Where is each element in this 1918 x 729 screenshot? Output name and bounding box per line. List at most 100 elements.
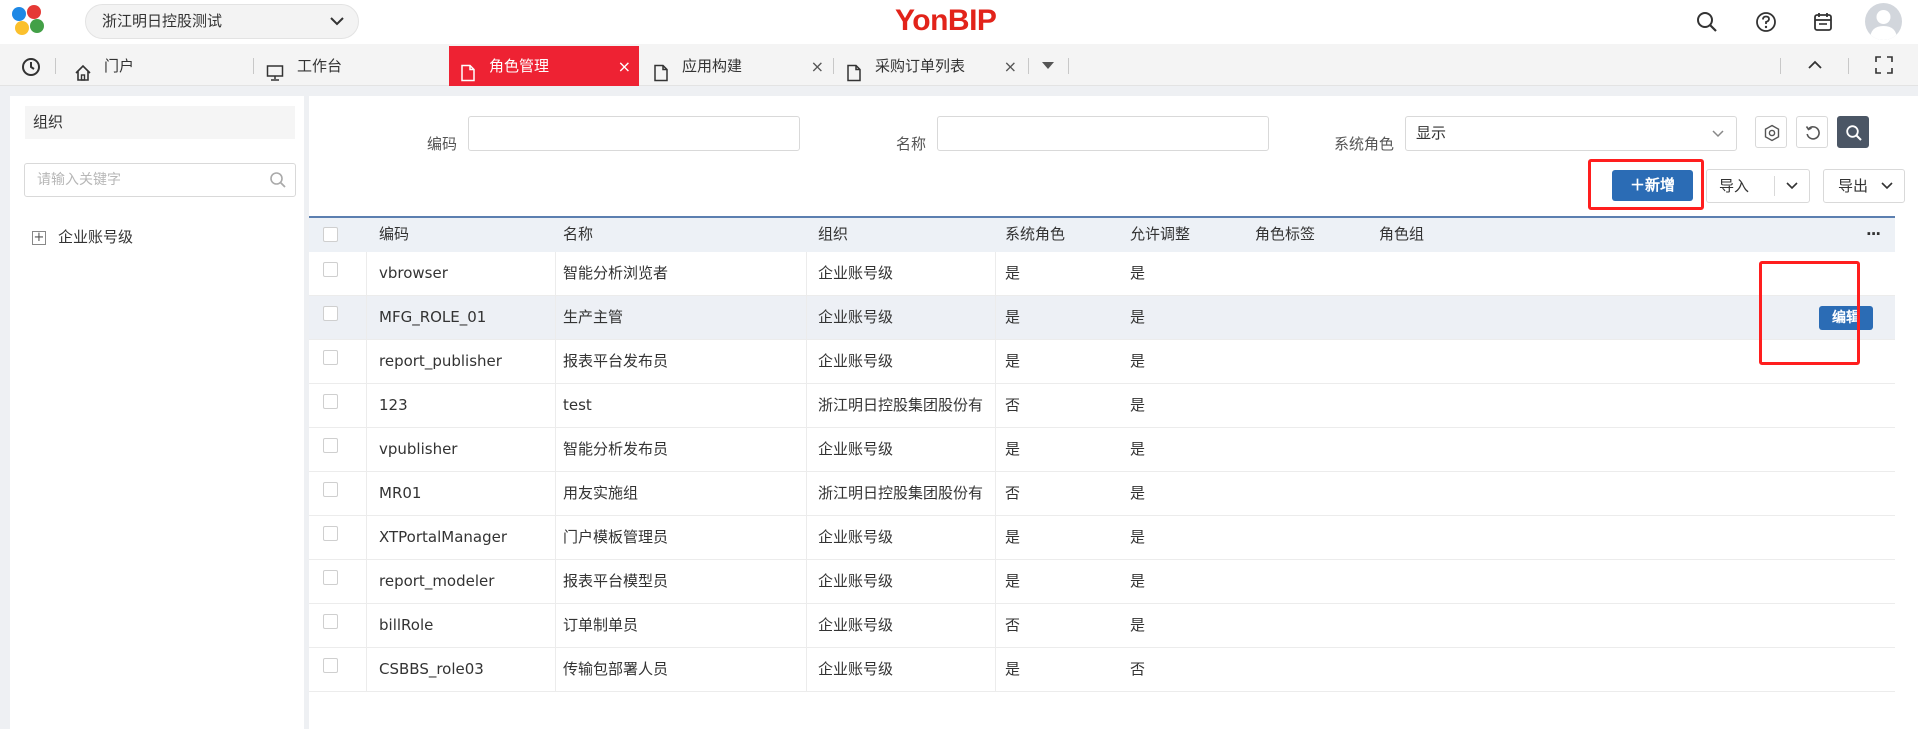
table-row[interactable]: report_publisher 报表平台发布员 企业账号级 是 是 xyxy=(309,340,1895,384)
cell-org: 企业账号级 xyxy=(818,440,894,458)
search-icon[interactable] xyxy=(1694,9,1720,35)
select-all-checkbox[interactable] xyxy=(323,227,338,242)
document-icon xyxy=(459,57,477,82)
column-divider xyxy=(555,516,556,560)
sysrole-filter-select[interactable]: 显示 xyxy=(1405,116,1737,151)
row-checkbox[interactable] xyxy=(323,262,338,277)
tree-node-enterprise[interactable]: + 企业账号级 xyxy=(32,226,133,248)
close-icon[interactable]: × xyxy=(811,47,824,87)
table-row[interactable]: billRole 订单制单员 企业账号级 否 是 xyxy=(309,604,1895,648)
column-divider xyxy=(995,428,996,472)
cell-org: 企业账号级 xyxy=(818,264,894,282)
column-divider xyxy=(366,604,367,648)
org-tree-panel: 组织 + 企业账号级 xyxy=(10,96,304,729)
column-header-name[interactable]: 名称 xyxy=(563,218,593,251)
table-row[interactable]: vpublisher 智能分析发布员 企业账号级 是 是 xyxy=(309,428,1895,472)
fullscreen-icon[interactable] xyxy=(1874,55,1894,75)
code-filter-input[interactable] xyxy=(468,116,800,151)
column-divider xyxy=(806,604,807,648)
row-checkbox[interactable] xyxy=(323,526,338,541)
avatar[interactable] xyxy=(1865,3,1902,40)
expand-plus-icon[interactable]: + xyxy=(32,230,46,245)
top-header: 浙江明日控股测试 YonBIP xyxy=(0,0,1918,44)
table-row[interactable]: report_modeler 报表平台模型员 企业账号级 是 是 xyxy=(309,560,1895,604)
row-checkbox[interactable] xyxy=(323,438,338,453)
name-filter-input[interactable] xyxy=(937,116,1269,151)
column-divider xyxy=(995,384,996,428)
tab-label: 门户 xyxy=(104,57,135,75)
column-header-org[interactable]: 组织 xyxy=(818,218,848,251)
cell-org: 企业账号级 xyxy=(818,660,894,678)
collapse-up-icon[interactable] xyxy=(1806,57,1824,73)
column-divider xyxy=(555,340,556,384)
table-row[interactable]: XTPortalManager 门户模板管理员 企业账号级 是 是 xyxy=(309,516,1895,560)
cell-system-role: 是 xyxy=(1005,528,1021,546)
row-checkbox[interactable] xyxy=(323,570,338,585)
column-divider xyxy=(995,560,996,604)
column-divider xyxy=(366,296,367,340)
row-checkbox[interactable] xyxy=(323,614,338,629)
table-row[interactable]: 123 test 浙江明日控股集团股份有 否 是 xyxy=(309,384,1895,428)
cell-org: 企业账号级 xyxy=(818,572,894,590)
import-button[interactable]: 导入 xyxy=(1719,170,1749,202)
cell-org: 企业账号级 xyxy=(818,528,894,546)
column-header-system-role[interactable]: 系统角色 xyxy=(1005,218,1065,251)
document-icon xyxy=(845,57,863,82)
app-launcher-logo-icon[interactable] xyxy=(12,5,48,37)
filter-settings-button[interactable] xyxy=(1755,116,1787,148)
table-row[interactable]: CSBBS_role03 传输包部署人员 企业账号级 是 否 xyxy=(309,648,1895,692)
column-divider xyxy=(366,384,367,428)
history-clock-icon[interactable] xyxy=(20,56,42,78)
cell-code: vbrowser xyxy=(379,264,448,282)
column-header-role-group[interactable]: 角色组 xyxy=(1379,218,1424,251)
table-row[interactable]: vbrowser 智能分析浏览者 企业账号级 是 是 xyxy=(309,252,1895,296)
close-icon[interactable]: × xyxy=(618,47,631,87)
column-header-allow-adjust[interactable]: 允许调整 xyxy=(1130,218,1190,251)
column-divider xyxy=(806,428,807,472)
tab-app-build[interactable]: 应用构建 × xyxy=(642,46,832,86)
reset-filter-button[interactable] xyxy=(1796,116,1828,148)
column-divider xyxy=(995,604,996,648)
column-divider xyxy=(555,648,556,692)
column-divider xyxy=(366,428,367,472)
column-divider xyxy=(555,560,556,604)
brand-text: YonBIP xyxy=(895,4,997,37)
calendar-icon[interactable] xyxy=(1810,9,1836,35)
reset-icon xyxy=(1805,126,1820,140)
tab-portal[interactable]: 门户 xyxy=(58,46,253,86)
column-header-code[interactable]: 编码 xyxy=(379,218,409,251)
cell-code: CSBBS_role03 xyxy=(379,660,484,678)
row-checkbox[interactable] xyxy=(323,350,338,365)
tab-workbench[interactable]: 工作台 xyxy=(256,46,446,86)
add-role-button[interactable]: ＋新增 xyxy=(1612,170,1693,201)
column-divider xyxy=(555,384,556,428)
import-dropdown-chevron-down-icon[interactable] xyxy=(1785,170,1799,213)
help-icon[interactable] xyxy=(1753,9,1779,35)
table-row[interactable]: MFG_ROLE_01 生产主管 企业账号级是是编辑 xyxy=(309,296,1895,340)
row-checkbox[interactable] xyxy=(323,482,338,497)
sysrole-filter-value: 显示 xyxy=(1416,124,1447,142)
tab-role-management[interactable]: 角色管理 × xyxy=(449,46,639,86)
tab-purchase-order-list[interactable]: 采购订单列表 × xyxy=(835,46,1025,86)
org-search-input[interactable] xyxy=(37,165,257,195)
column-divider xyxy=(995,648,996,692)
cell-code: XTPortalManager xyxy=(379,528,508,546)
table-row[interactable]: MR01 用友实施组 浙江明日控股集团股份有 否 是 xyxy=(309,472,1895,516)
column-header-role-tag[interactable]: 角色标签 xyxy=(1255,218,1315,251)
row-checkbox[interactable] xyxy=(323,394,338,409)
row-checkbox[interactable] xyxy=(323,658,338,673)
cell-code: report_publisher xyxy=(379,352,502,370)
tab-overflow-dropdown-icon[interactable] xyxy=(1040,58,1056,72)
column-divider xyxy=(366,560,367,604)
close-icon[interactable]: × xyxy=(1004,47,1017,87)
org-select[interactable]: 浙江明日控股测试 xyxy=(85,4,359,39)
export-button[interactable]: 导出 xyxy=(1823,169,1905,203)
org-panel-title: 组织 xyxy=(25,106,295,139)
search-icon[interactable] xyxy=(269,171,287,193)
more-options-icon[interactable]: ··· xyxy=(1866,218,1881,251)
org-select-value: 浙江明日控股测试 xyxy=(102,12,223,30)
search-icon xyxy=(1846,125,1862,141)
search-button[interactable] xyxy=(1837,116,1869,148)
row-checkbox[interactable] xyxy=(323,306,338,321)
cell-code: billRole xyxy=(379,616,434,634)
